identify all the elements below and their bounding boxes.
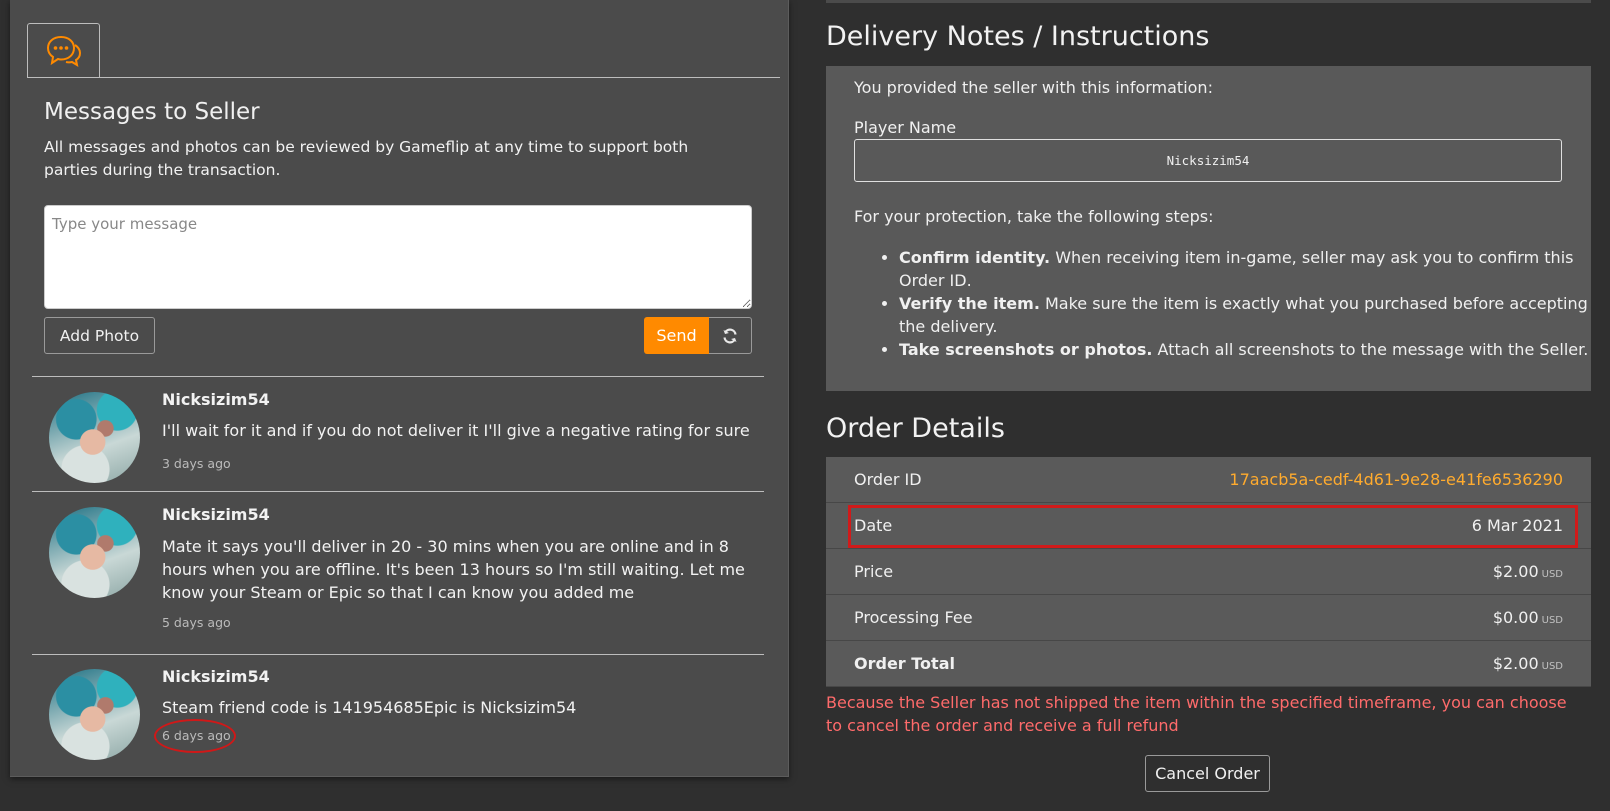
step-title: Take screenshots or photos.	[899, 340, 1153, 359]
currency-label: USD	[1541, 615, 1563, 626]
message-input[interactable]	[44, 205, 752, 309]
tab-messages[interactable]	[27, 23, 100, 77]
chat-bubbles-icon	[46, 35, 81, 67]
delivery-notes-box: You provided the seller with this inform…	[826, 66, 1591, 391]
message-item: Nicksizim54 Steam friend code is 1419546…	[32, 654, 764, 776]
currency-label: USD	[1541, 569, 1563, 580]
messages-panel: Messages to Seller All messages and phot…	[10, 0, 789, 777]
message-time: 5 days ago	[162, 615, 231, 630]
player-name-label: Player Name	[854, 118, 957, 137]
cancel-notice: Because the Seller has not shipped the i…	[826, 693, 1567, 735]
player-name-value: Nicksizim54	[854, 139, 1562, 182]
currency-label: USD	[1541, 661, 1563, 672]
message-author: Nicksizim54	[162, 390, 270, 409]
step-title: Confirm identity.	[899, 248, 1051, 267]
step-title: Verify the item.	[899, 294, 1040, 313]
message-text: I'll wait for it and if you do not deliv…	[162, 421, 750, 440]
message-text: Steam friend code is 141954685Epic is Ni…	[162, 698, 577, 717]
order-id-row: Order ID 17aacb5a-cedf-4d61-9e28-e41fe65…	[826, 457, 1591, 503]
tab-strip	[27, 23, 780, 78]
step-verify-item: Verify the item. Make sure the item is e…	[899, 292, 1609, 338]
messages-title: Messages to Seller	[44, 99, 260, 125]
date-value: 6 Mar 2021	[1471, 516, 1563, 535]
message-author: Nicksizim54	[162, 505, 270, 524]
avatar	[49, 507, 140, 598]
protection-steps: Confirm identity. When receiving item in…	[854, 246, 1609, 361]
add-photo-button[interactable]: Add Photo	[44, 317, 155, 354]
step-confirm-identity: Confirm identity. When receiving item in…	[899, 246, 1609, 292]
total-row: Order Total $2.00 USD	[826, 641, 1591, 687]
message-item: Nicksizim54 Mate it says you'll deliver …	[32, 491, 764, 652]
order-details-title: Order Details	[826, 413, 1005, 444]
fee-row: Processing Fee $0.00 USD	[826, 595, 1591, 641]
message-time: 3 days ago	[162, 456, 231, 471]
total-value: $2.00	[1492, 654, 1539, 673]
step-screenshots: Take screenshots or photos. Attach all s…	[899, 338, 1609, 361]
messages-description: All messages and photos can be reviewed …	[44, 138, 689, 179]
date-label: Date	[854, 516, 893, 535]
date-row: Date 6 Mar 2021	[826, 503, 1591, 549]
message-author: Nicksizim54	[162, 667, 270, 686]
top-divider	[826, 0, 1591, 3]
order-id-value: 17aacb5a-cedf-4d61-9e28-e41fe6536290	[1229, 470, 1563, 489]
avatar	[49, 669, 140, 760]
fee-value: $0.00	[1492, 608, 1539, 627]
price-row: Price $2.00 USD	[826, 549, 1591, 595]
price-value: $2.00	[1492, 562, 1539, 581]
send-button[interactable]: Send	[644, 317, 709, 354]
order-id-label: Order ID	[854, 470, 922, 489]
step-text: Attach all screenshots to the message wi…	[1152, 340, 1589, 359]
refresh-button[interactable]	[709, 317, 752, 354]
total-label: Order Total	[854, 654, 955, 673]
message-item: Nicksizim54 I'll wait for it and if you …	[32, 376, 764, 491]
avatar	[49, 392, 140, 483]
time-annotation-circle	[154, 719, 236, 753]
refresh-icon	[723, 328, 737, 343]
date-annotation-box	[848, 505, 1578, 548]
fee-label: Processing Fee	[854, 608, 973, 627]
cancel-order-button[interactable]: Cancel Order	[1145, 755, 1270, 792]
price-label: Price	[854, 562, 894, 581]
message-text: Mate it says you'll deliver in 20 - 30 m…	[162, 537, 745, 602]
order-details-table: Order ID 17aacb5a-cedf-4d61-9e28-e41fe65…	[826, 457, 1591, 687]
delivery-intro: You provided the seller with this inform…	[854, 78, 1213, 97]
delivery-title: Delivery Notes / Instructions	[826, 21, 1210, 52]
protection-intro: For your protection, take the following …	[854, 207, 1214, 226]
